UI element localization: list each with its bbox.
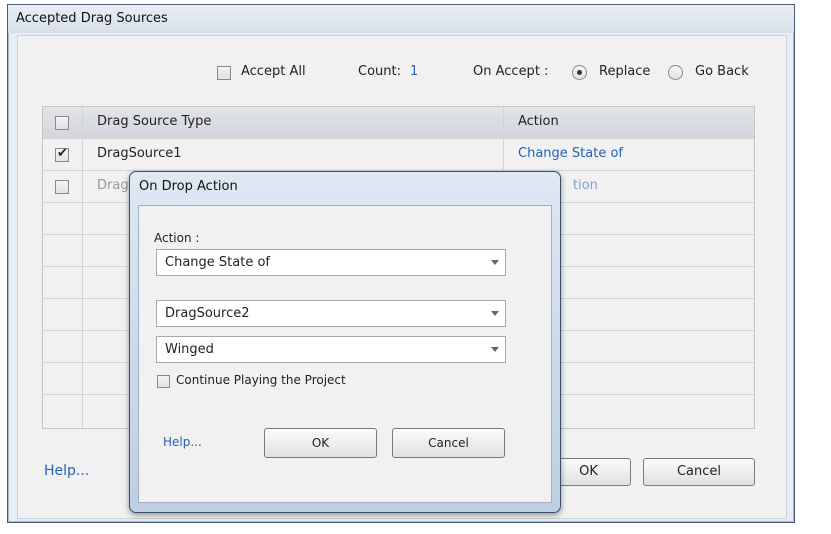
row-action-link[interactable]: tion	[573, 178, 598, 193]
accept-all-label: Accept All	[241, 64, 306, 79]
row-type: DragSource1	[97, 146, 182, 161]
count-label: Count:	[358, 64, 401, 79]
dialog-title: Accepted Drag Sources	[16, 11, 168, 26]
chevron-down-icon	[491, 260, 499, 265]
on-drop-action-dialog: On Drop Action Action : Change State of …	[129, 171, 561, 513]
column-header-type[interactable]: Drag Source Type	[97, 114, 211, 129]
on-accept-label: On Accept :	[473, 64, 549, 79]
modal-cancel-button[interactable]: Cancel	[392, 428, 505, 458]
row-checkbox[interactable]	[55, 180, 69, 194]
accept-all-checkbox[interactable]	[217, 66, 231, 80]
chevron-down-icon	[491, 311, 499, 316]
cancel-button[interactable]: Cancel	[643, 458, 755, 486]
help-link[interactable]: Help...	[44, 463, 89, 479]
action-dropdown[interactable]: Change State of	[156, 249, 506, 276]
modal-help-link[interactable]: Help...	[163, 435, 202, 449]
go-back-radio[interactable]	[668, 65, 683, 80]
count-value: 1	[410, 64, 419, 79]
select-all-checkbox[interactable]	[55, 116, 69, 130]
continue-playing-label: Continue Playing the Project	[176, 373, 346, 387]
column-header-action[interactable]: Action	[518, 114, 559, 129]
replace-radio[interactable]	[572, 65, 587, 80]
dialog-title-bar: Accepted Drag Sources	[8, 5, 794, 33]
replace-label: Replace	[599, 64, 651, 79]
row-action-link[interactable]: Change State of	[518, 146, 623, 161]
table-header: Drag Source Type Action	[43, 107, 754, 139]
column-divider	[82, 107, 83, 428]
go-back-label: Go Back	[695, 64, 749, 79]
source-dropdown-value: DragSource2	[165, 306, 250, 321]
row-type: Drag	[97, 178, 129, 193]
action-dropdown-value: Change State of	[165, 255, 270, 270]
chevron-down-icon	[491, 347, 499, 352]
continue-playing-checkbox[interactable]	[157, 375, 170, 388]
row-checkbox[interactable]	[55, 146, 69, 162]
modal-title: On Drop Action	[139, 179, 238, 194]
table-row[interactable]: DragSource1 Change State of	[43, 139, 754, 171]
source-dropdown[interactable]: DragSource2	[156, 300, 506, 327]
modal-ok-button[interactable]: OK	[264, 428, 377, 458]
state-dropdown[interactable]: Winged	[156, 336, 506, 363]
state-dropdown-value: Winged	[165, 342, 214, 357]
action-label: Action :	[154, 231, 200, 245]
modal-client-area: Action : Change State of DragSource2 Win…	[138, 205, 552, 503]
